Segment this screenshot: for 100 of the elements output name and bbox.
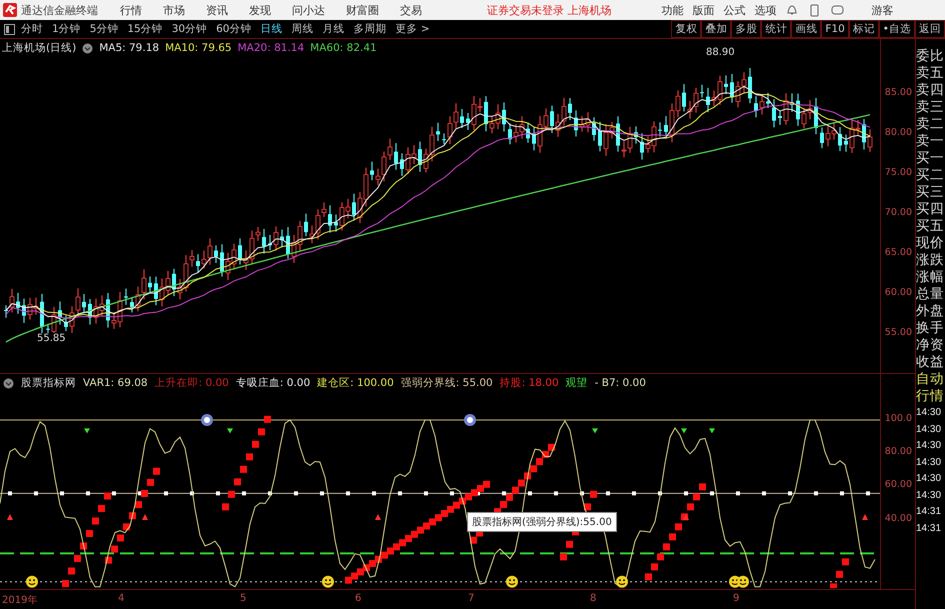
message-icon[interactable] xyxy=(830,4,844,16)
toolbar-button[interactable]: F10 xyxy=(821,20,849,38)
quote-field-label: 买三 xyxy=(916,184,945,201)
date-axis-label: 6 xyxy=(355,593,362,604)
quote-field-label: 卖五 xyxy=(916,65,945,82)
indicator-value: 上升在即: 0.00 xyxy=(154,376,229,390)
down-triangle-icon xyxy=(709,428,715,434)
period-tab[interactable]: 30分钟 xyxy=(172,22,208,36)
quote-field-label: 买四 xyxy=(916,201,945,218)
up-triangle-icon xyxy=(862,514,868,520)
menu-item[interactable]: 版面 xyxy=(692,2,714,18)
period-tab[interactable]: 更多 > xyxy=(396,22,430,36)
period-tab[interactable]: 周线 xyxy=(292,22,314,36)
user-label[interactable]: 游客 xyxy=(872,2,894,18)
period-tab[interactable]: 多周期 xyxy=(354,22,386,36)
toolbar-button[interactable]: 多股 xyxy=(731,20,762,38)
period-tab[interactable]: 分时 xyxy=(21,22,43,36)
quote-field-label: 收益 xyxy=(916,354,945,371)
quote-field-label: 卖四 xyxy=(916,82,945,99)
menu-item[interactable]: 市场 xyxy=(163,2,185,18)
smiley-icon xyxy=(737,576,749,588)
indicator-value: - B7: 0.00 xyxy=(594,377,646,389)
down-triangle-icon xyxy=(227,428,233,434)
quote-field-label: 总量 xyxy=(916,286,945,303)
panel-toggle-icon[interactable] xyxy=(4,24,15,34)
price-axis-label: 65.00 xyxy=(884,247,912,258)
stock-title: 上海机场(日线) xyxy=(2,41,76,55)
ring-marker-icon xyxy=(201,414,213,426)
indicator-value: VAR1: 69.08 xyxy=(83,377,148,389)
menu-item[interactable]: 选项 xyxy=(754,2,776,18)
menu-item[interactable]: 交易 xyxy=(400,2,422,18)
trade-time: 14:30 xyxy=(916,406,942,420)
toolbar-button[interactable]: 画线 xyxy=(791,20,822,38)
down-triangle-icon xyxy=(681,428,687,434)
smiley-icon xyxy=(616,576,628,588)
quote-field-label: 卖一 xyxy=(916,133,945,150)
toolbar-button[interactable]: 标记 xyxy=(848,20,879,38)
quote-field-label: 卖二 xyxy=(916,116,945,133)
smiley-icon xyxy=(506,576,518,588)
menu-item[interactable]: 问小达 xyxy=(292,2,325,18)
period-tab[interactable]: 1分钟 xyxy=(52,22,81,36)
date-axis-label: 8 xyxy=(590,593,596,604)
mode-label[interactable]: 自动 xyxy=(916,371,945,388)
price-axis-label: 55.00 xyxy=(884,327,912,338)
toolbar-button[interactable]: 复权 xyxy=(671,20,702,38)
price-axis-label: 60.00 xyxy=(884,287,912,298)
quote-field-label: 买五 xyxy=(916,218,945,235)
date-axis-label: 5 xyxy=(240,593,246,604)
toolbar-button[interactable]: 统计 xyxy=(761,20,792,38)
period-tab[interactable]: 15分钟 xyxy=(127,22,163,36)
phone-icon[interactable] xyxy=(810,4,818,16)
up-triangle-icon xyxy=(683,514,689,520)
expand-icon[interactable] xyxy=(82,42,94,54)
bell-icon[interactable] xyxy=(786,4,798,16)
down-triangle-icon xyxy=(592,428,598,434)
period-tab[interactable]: 日线 xyxy=(260,22,282,36)
up-triangle-icon xyxy=(375,514,381,520)
trade-time: 14:30 xyxy=(916,422,942,436)
trade-time: 14:31 xyxy=(916,505,942,519)
moving-average-label: MA5: 79.18 xyxy=(99,42,160,54)
toolbar-button[interactable]: 返回 xyxy=(915,20,945,38)
menu-item[interactable]: 行情 xyxy=(120,2,142,18)
toolbar-button[interactable]: 叠加 xyxy=(701,20,732,38)
trade-time: 14:31 xyxy=(916,522,942,536)
login-notice: 证券交易未登录 上海机场 xyxy=(487,2,612,18)
quote-field-label: 换手 xyxy=(916,320,945,337)
mode-label[interactable]: 行情 xyxy=(916,388,945,405)
trade-time: 14:30 xyxy=(916,456,942,470)
menu-item[interactable]: 功能 xyxy=(662,2,684,18)
up-triangle-icon xyxy=(7,514,13,520)
app-logo-icon xyxy=(3,3,17,17)
quote-field-label: 现价 xyxy=(916,235,945,252)
period-tab[interactable]: 月线 xyxy=(322,22,344,36)
menu-item[interactable]: 财富圈 xyxy=(346,2,379,18)
quote-field-label: 买一 xyxy=(916,150,945,167)
indicator-value: 专吸庄血: 0.00 xyxy=(236,376,310,390)
expand-icon[interactable] xyxy=(3,378,14,388)
period-tab[interactable]: 60分钟 xyxy=(216,22,252,36)
date-axis-label: 2019年 xyxy=(2,594,38,607)
indicator-axis-label: 60.00 xyxy=(884,479,912,490)
indicator-name: 股票指标网 xyxy=(21,376,76,390)
date-axis-label: 9 xyxy=(733,593,740,604)
smiley-icon xyxy=(322,576,334,588)
indicator-value: 强弱分界线: 55.00 xyxy=(400,376,493,390)
indicator-axis-label: 40.00 xyxy=(884,513,912,524)
price-axis-label: 70.00 xyxy=(884,207,912,218)
smiley-icon xyxy=(26,576,38,588)
high-price-label: 88.90 xyxy=(706,47,735,58)
ring-marker-icon xyxy=(464,414,476,426)
menu-item[interactable]: 发现 xyxy=(249,2,271,18)
menu-item[interactable]: 资讯 xyxy=(206,2,228,18)
price-axis-label: 80.00 xyxy=(884,127,912,138)
menu-item[interactable]: 公式 xyxy=(724,2,746,18)
trade-time: 14:30 xyxy=(916,488,942,502)
toolbar-button[interactable]: •自选 xyxy=(878,20,915,38)
quote-field-label: 净资 xyxy=(916,337,945,354)
trade-time: 14:30 xyxy=(916,472,942,486)
period-tab[interactable]: 5分钟 xyxy=(90,22,118,36)
quote-field-label: 外盘 xyxy=(916,303,945,320)
date-axis-label: 4 xyxy=(118,593,124,604)
